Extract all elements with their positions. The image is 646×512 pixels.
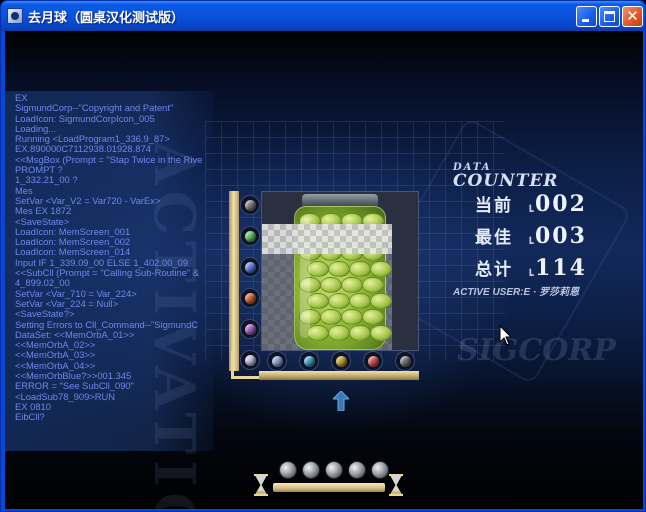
memento-slot[interactable] (240, 195, 260, 215)
memento-slot[interactable] (240, 319, 260, 339)
close-icon: ✕ (626, 7, 639, 25)
stat-row-best: 最佳 ┗ 003 (475, 223, 615, 251)
memento-orb-icon (245, 231, 256, 242)
olive (370, 325, 392, 341)
hourglass-icon (254, 474, 268, 496)
timer-orb (279, 461, 297, 479)
console-line: <SaveState?> (15, 308, 75, 320)
horizontal-frame-bar (259, 371, 419, 380)
olive (307, 293, 329, 309)
olive (328, 293, 350, 309)
timer-orb (302, 461, 320, 479)
stat-row-current: 当前 ┗ 002 (475, 191, 615, 219)
olive (370, 261, 392, 277)
hourglass-icon (389, 474, 403, 496)
stat-value: 003 (535, 223, 587, 249)
stat-value: 002 (535, 191, 587, 217)
memento-orb-icon (245, 262, 256, 273)
memento-orb-icon (245, 293, 256, 304)
olive (349, 261, 371, 277)
maximize-icon (604, 11, 615, 22)
memento-orb-icon (245, 200, 256, 211)
olive (328, 261, 350, 277)
stat-label: 总计 (475, 260, 513, 280)
olive (307, 261, 329, 277)
olive (341, 277, 363, 293)
stat-value: 114 (535, 255, 587, 281)
memento-slot[interactable] (267, 351, 287, 371)
memento-slot[interactable] (240, 288, 260, 308)
olive (328, 325, 350, 341)
memento-slot[interactable] (240, 226, 260, 246)
stat-row-total: 总计 ┗ 114 (475, 255, 615, 283)
olive (349, 325, 371, 341)
checker-pattern-upper (262, 224, 392, 254)
olive (362, 277, 384, 293)
memory-jar-view[interactable] (261, 191, 419, 351)
console-line: EX 0810 (15, 400, 51, 412)
memento-orb-icon (245, 324, 256, 335)
tick-icon: ┗ (527, 237, 534, 250)
olive (320, 309, 342, 325)
timer-orb (348, 461, 366, 479)
corp-watermark: SIGCORP (457, 333, 616, 368)
timer-orb (325, 461, 343, 479)
tick-icon: ┗ (527, 269, 534, 282)
game-window: 去月球（圆桌汉化测试版） ✕ ACTIVATION SIGCORP EX Sig… (0, 0, 646, 512)
console-line: 1_332.21_00 ? (15, 174, 78, 186)
minimize-button[interactable] (576, 6, 597, 27)
title-bar[interactable]: 去月球（圆桌汉化测试版） ✕ (1, 1, 645, 31)
memento-orb-icon (272, 356, 283, 367)
app-icon[interactable] (7, 8, 23, 24)
memento-slot[interactable] (240, 257, 260, 277)
window-title: 去月球（圆桌汉化测试版） (28, 11, 185, 26)
console-log: EX SigmundCorp--"Copyright and Patent" Lo… (15, 93, 215, 453)
vertical-frame-bar (229, 191, 239, 371)
memento-orb-icon (400, 356, 411, 367)
memento-slot[interactable] (363, 351, 383, 371)
timer-orb (371, 461, 389, 479)
console-line: EibCll? (15, 411, 45, 423)
memento-orb-icon (304, 356, 315, 367)
minimize-icon (582, 19, 589, 22)
olive (362, 309, 384, 325)
memento-slot[interactable] (395, 351, 415, 371)
game-viewport[interactable]: ACTIVATION SIGCORP EX SigmundCorp--"Copy… (5, 31, 643, 509)
timer-bar (273, 483, 385, 492)
memento-orb-icon (368, 356, 379, 367)
maximize-button[interactable] (599, 6, 620, 27)
memento-slot[interactable] (331, 351, 351, 371)
olive (307, 325, 329, 341)
up-arrow-icon[interactable] (333, 391, 349, 411)
stat-label: 最佳 (475, 228, 513, 248)
active-user-label: ACTIVE USER:E · 罗莎莉恩 (453, 287, 580, 298)
olive (320, 277, 342, 293)
close-button[interactable]: ✕ (622, 6, 643, 27)
olive (341, 309, 363, 325)
memento-slot[interactable] (299, 351, 319, 371)
counter-label: COUNTER (453, 171, 559, 191)
stat-label: 当前 (475, 196, 513, 216)
memento-orb-icon (336, 356, 347, 367)
olive (370, 293, 392, 309)
tick-icon: ┗ (527, 205, 534, 218)
olive (349, 293, 371, 309)
mouse-cursor-icon (499, 325, 513, 346)
